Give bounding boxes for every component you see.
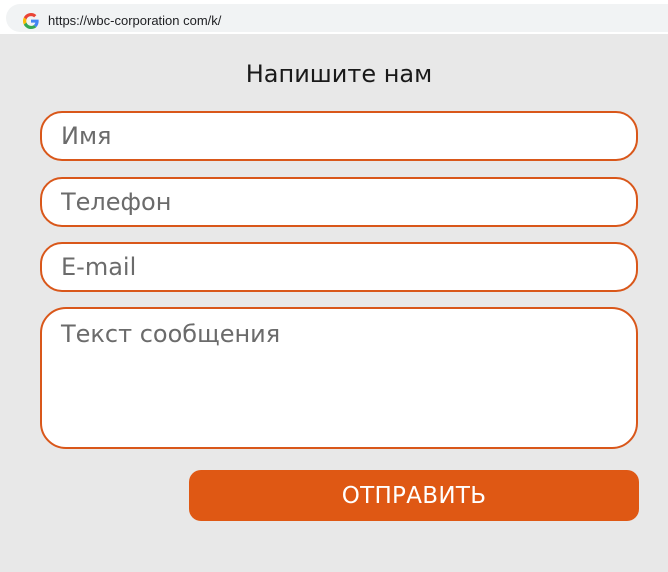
url-text: https://wbc-corporation com/k/	[48, 13, 222, 28]
submit-button[interactable]: ОТПРАВИТЬ	[189, 470, 639, 521]
name-input[interactable]	[40, 111, 638, 161]
browser-address-bar: https://wbc-corporation com/k/	[0, 0, 668, 34]
google-g-icon	[23, 13, 39, 29]
message-textarea[interactable]	[40, 307, 638, 449]
phone-input[interactable]	[40, 177, 638, 227]
contact-form-section: Напишите нам ОТПРАВИТЬ	[0, 34, 668, 572]
form-title: Напишите нам	[245, 60, 433, 88]
url-field[interactable]: https://wbc-corporation com/k/	[6, 4, 668, 32]
email-input[interactable]	[40, 242, 638, 292]
